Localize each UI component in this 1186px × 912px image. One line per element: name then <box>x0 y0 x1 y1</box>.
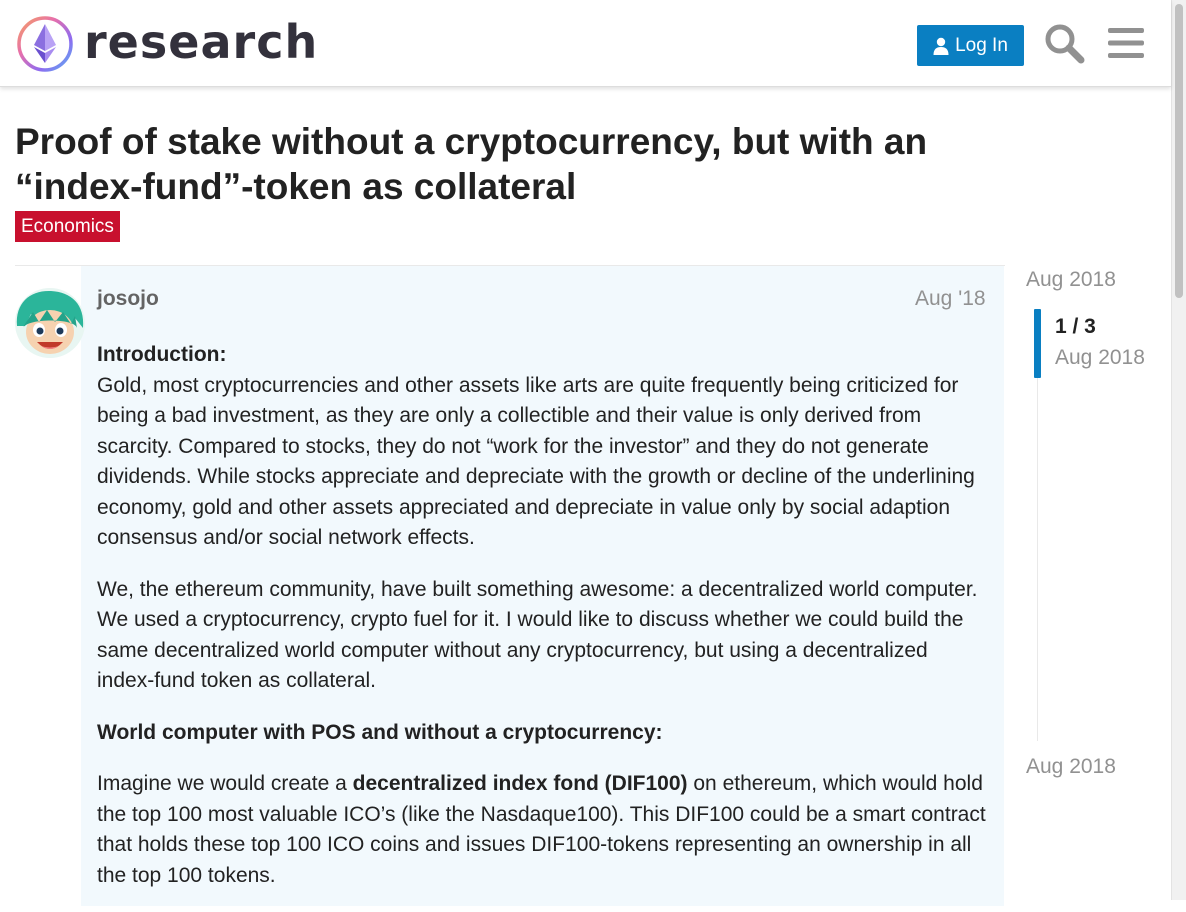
ethereum-research-logo[interactable] <box>16 15 74 73</box>
topic-title[interactable]: Proof of stake without a cryptocurrency,… <box>15 119 1005 209</box>
user-avatar[interactable] <box>15 288 85 358</box>
site-logo-text[interactable]: research <box>84 13 318 71</box>
user-icon <box>933 37 949 55</box>
scrollbar-thumb[interactable] <box>1175 4 1183 298</box>
post-date[interactable]: Aug '18 <box>915 285 986 313</box>
category-badge[interactable]: Economics <box>15 211 120 242</box>
timeline-end-date[interactable]: Aug 2018 <box>1026 753 1116 781</box>
post-content: Introduction: Gold, most cryptocurrencie… <box>97 340 987 912</box>
page-scrollbar[interactable] <box>1171 0 1186 900</box>
post-author-username[interactable]: josojo <box>97 285 159 313</box>
timeline-current-date: Aug 2018 <box>1055 346 1145 369</box>
dif100-emphasis: decentralized index fond (DIF100) <box>352 772 688 795</box>
post-paragraph-2: We, the ethereum community, have built s… <box>97 577 978 693</box>
site-header: research Log In <box>0 0 1171 87</box>
intro-heading: Introduction: <box>97 343 227 366</box>
login-button[interactable]: Log In <box>917 25 1024 66</box>
timeline-scroll-handle[interactable] <box>1034 309 1041 378</box>
login-button-label: Log In <box>955 34 1008 56</box>
search-icon[interactable] <box>1043 22 1085 64</box>
paragraph-3-text-start: Imagine we would create a <box>97 772 353 795</box>
timeline-start-date[interactable]: Aug 2018 <box>1026 266 1116 294</box>
timeline-post-position: 1 / 3 <box>1055 315 1096 338</box>
post-paragraph-1: Gold, most cryptocurrencies and other as… <box>97 373 975 550</box>
post-heading-2: World computer with POS and without a cr… <box>97 720 663 744</box>
post-paragraph-3: Imagine we would create a decentralized … <box>97 769 987 891</box>
hamburger-menu-icon[interactable] <box>1105 22 1147 64</box>
